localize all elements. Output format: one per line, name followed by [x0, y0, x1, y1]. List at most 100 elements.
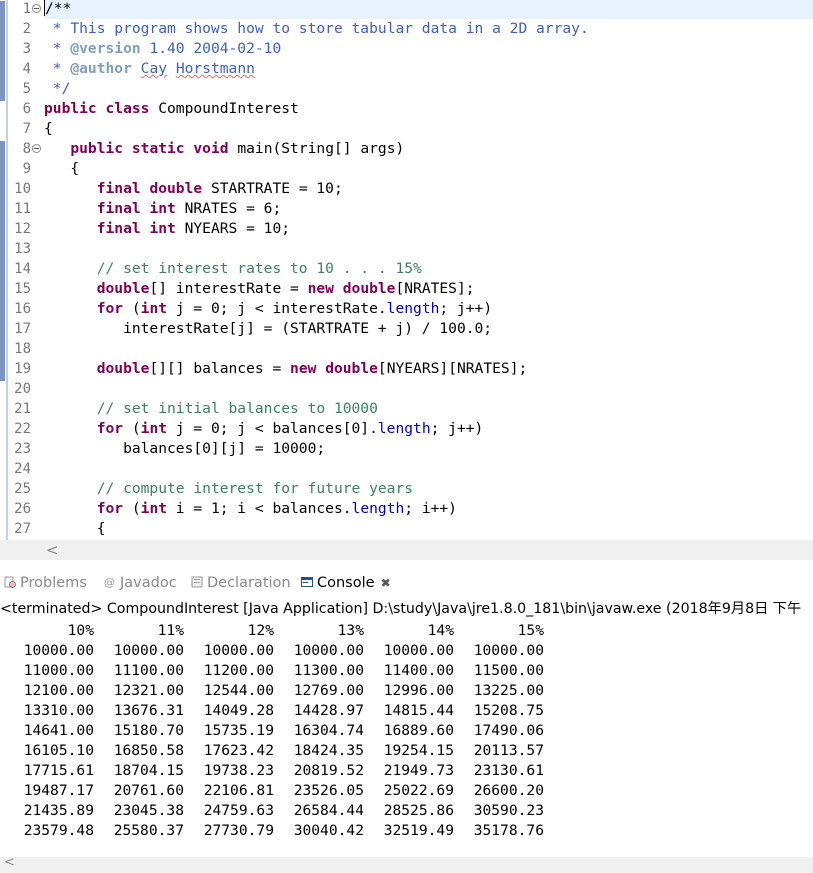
- console-cell: 13310.00: [23, 702, 94, 719]
- console-row: 23579.48 25580.37 27730.79 30040.42 32519.49…: [0, 821, 813, 841]
- line-number: 23: [14, 441, 31, 457]
- code-line[interactable]: double[][] balances = new double[NYEARS]…: [44, 359, 813, 379]
- console-horizontal-scrollbar[interactable]: <: [0, 855, 813, 873]
- code-line[interactable]: * This program shows how to store tabula…: [44, 19, 813, 39]
- console-output[interactable]: 10% 11% 12% 13% 14% 15% 10000.00 10000.00 10000.…: [0, 620, 813, 856]
- code-line[interactable]: public static void main(String[] args): [44, 139, 813, 159]
- code-line[interactable]: interestRate[j] = (STARTRATE + j) / 100.…: [44, 319, 813, 339]
- code-token: [][] balances =: [149, 360, 291, 377]
- line-number: 22: [14, 421, 31, 437]
- code-line[interactable]: {: [44, 519, 813, 539]
- code-token: for: [96, 420, 124, 437]
- code-line[interactable]: {: [44, 119, 813, 139]
- console-row: 11000.00 11100.00 11200.00 11300.00 11400.00…: [0, 661, 813, 681]
- code-token: */: [44, 80, 71, 97]
- scroll-left-icon[interactable]: <: [4, 855, 15, 870]
- code-token: new: [307, 280, 334, 297]
- close-icon[interactable]: ✖: [381, 570, 391, 596]
- console-cell: 15%: [517, 622, 544, 639]
- code-line[interactable]: for (int j = 0; j < interestRate.length;…: [44, 299, 813, 319]
- code-token: double: [149, 180, 203, 197]
- code-line[interactable]: final int NRATES = 6;: [44, 199, 813, 219]
- code-line[interactable]: * @author Cay Horstmann: [44, 59, 813, 79]
- tab-console[interactable]: Console ✖: [301, 570, 391, 596]
- code-token: 1.40 2004-02-10: [140, 40, 282, 57]
- code-token: double: [342, 280, 396, 297]
- line-number: 5: [22, 81, 31, 97]
- console-cell: 21949.73: [383, 762, 454, 779]
- code-token: // set initial balances to 10000: [96, 400, 378, 417]
- code-token: int: [140, 300, 168, 317]
- line-number: 18: [14, 341, 31, 357]
- code-token: NYEARS = 10;: [175, 220, 291, 237]
- code-editor[interactable]: 1 2 3 4 5 6 7 8 9 10 11 12 13 14 15 16 17 18 19 20 21 22 23 24 2…: [0, 0, 813, 540]
- console-cell: 18704.15: [113, 762, 184, 779]
- code-line[interactable]: [44, 459, 813, 479]
- code-line[interactable]: {: [44, 159, 813, 179]
- code-line[interactable]: balances[0][j] = 10000;: [44, 439, 813, 459]
- line-number: 15: [14, 281, 31, 297]
- console-cell: 20819.52: [293, 762, 364, 779]
- console-cell: 11200.00: [203, 662, 274, 679]
- fold-toggle-icon[interactable]: [32, 4, 41, 13]
- console-cell: 32519.49: [383, 822, 454, 839]
- tab-problems[interactable]: Problems: [4, 570, 87, 596]
- console-cell: 24759.63: [203, 802, 274, 819]
- code-token: for: [96, 500, 124, 517]
- line-number: 7: [22, 121, 31, 137]
- code-token: int: [149, 220, 176, 237]
- editor-horizontal-scrollbar[interactable]: <: [0, 540, 813, 560]
- svg-text:@: @: [104, 576, 115, 588]
- code-line[interactable]: [44, 239, 813, 259]
- view-tab-bar: Problems @ Javadoc Declaration Console ✖: [0, 570, 813, 596]
- code-token: *: [44, 40, 71, 57]
- console-cell: 30040.42: [293, 822, 364, 839]
- code-token: {: [44, 520, 106, 537]
- console-row: 16105.10 16850.58 17623.42 18424.35 19254.15…: [0, 741, 813, 761]
- code-line[interactable]: final int NYEARS = 10;: [44, 219, 813, 239]
- code-line[interactable]: /**: [44, 0, 813, 19]
- line-number: 20: [14, 381, 31, 397]
- code-line[interactable]: for (int j = 0; j < balances[0].length; …: [44, 419, 813, 439]
- tab-javadoc[interactable]: @ Javadoc: [104, 570, 177, 596]
- console-row: 12100.00 12321.00 12544.00 12769.00 12996.00…: [0, 681, 813, 701]
- line-number: 2: [22, 21, 31, 37]
- code-token: @author: [70, 60, 132, 77]
- console-cell: 26600.20: [473, 782, 544, 799]
- code-line[interactable]: for (int i = 1; i < balances.length; i++…: [44, 499, 813, 519]
- console-cell: 22106.81: [203, 782, 274, 799]
- console-cell: 15208.75: [473, 702, 544, 719]
- code-line[interactable]: [44, 379, 813, 399]
- code-line[interactable]: * @version 1.40 2004-02-10: [44, 39, 813, 59]
- tab-declaration[interactable]: Declaration: [191, 570, 291, 596]
- code-line[interactable]: // set interest rates to 10 . . . 15%: [44, 259, 813, 279]
- code-token: {: [44, 120, 53, 137]
- console-cell: 15735.19: [203, 722, 274, 739]
- code-token: NRATES = 6;: [175, 200, 282, 217]
- code-token: * This program shows how to store tabula…: [44, 20, 589, 37]
- console-cell: 27730.79: [203, 822, 274, 839]
- console-cell: 10000.00: [383, 642, 454, 659]
- code-line[interactable]: [44, 339, 813, 359]
- code-line[interactable]: // compute interest for future years: [44, 479, 813, 499]
- console-cell: 17623.42: [203, 742, 274, 759]
- fold-toggle-icon[interactable]: [32, 144, 41, 153]
- code-line[interactable]: final double STARTRATE = 10;: [44, 179, 813, 199]
- scroll-left-icon[interactable]: <: [46, 540, 59, 560]
- console-cell: 16304.74: [293, 722, 364, 739]
- code-token: CompoundInterest: [149, 100, 299, 117]
- code-line[interactable]: public class CompoundInterest: [44, 99, 813, 119]
- code-token: /**: [45, 0, 72, 17]
- code-line[interactable]: // set initial balances to 10000: [44, 399, 813, 419]
- code-line[interactable]: */: [44, 79, 813, 99]
- code-line[interactable]: double[] interestRate = new double[NRATE…: [44, 279, 813, 299]
- line-number: 11: [14, 201, 31, 217]
- code-token: void: [193, 140, 229, 157]
